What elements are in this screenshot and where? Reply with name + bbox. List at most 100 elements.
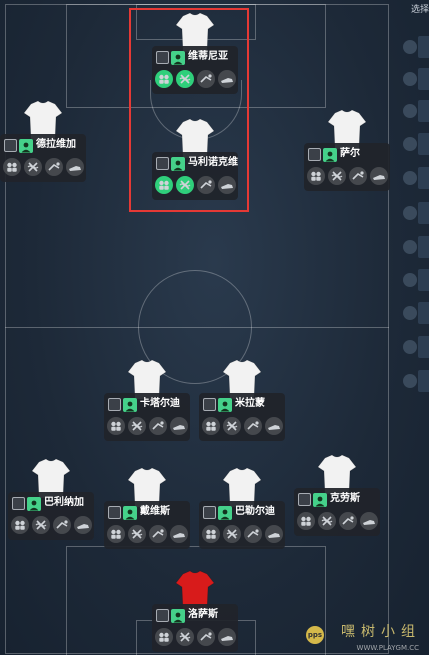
cross-arrows-icon (24, 158, 42, 176)
shield-icon (156, 609, 169, 622)
user-icon (313, 493, 327, 507)
check-icon[interactable] (403, 40, 417, 54)
player-slot-cm-right[interactable]: 米拉蒙 (199, 359, 285, 443)
sidebar-item[interactable] (418, 36, 429, 58)
cross-arrows-icon (176, 176, 194, 194)
sliding-tackle-icon (197, 70, 215, 88)
watermark-url: WWW.PLAYGM.CC (356, 644, 419, 652)
check-icon[interactable] (403, 340, 417, 354)
player-slot-top[interactable]: 维蒂尼亚 (152, 12, 238, 96)
sliding-tackle-icon (197, 628, 215, 646)
boot-icon (370, 167, 388, 185)
user-icon (171, 51, 185, 65)
cross-arrows-icon (176, 70, 194, 88)
check-icon[interactable] (403, 240, 417, 254)
player-card[interactable]: 马利诺克维 (152, 152, 238, 200)
sliding-tackle-icon (339, 512, 357, 530)
sidebar-item[interactable] (418, 370, 429, 392)
skill-icon-row (11, 516, 92, 534)
cross-arrows-icon (128, 525, 146, 543)
check-icon[interactable] (403, 306, 417, 320)
team-icon (107, 525, 125, 543)
player-card[interactable]: 巴利纳加 (8, 492, 94, 540)
sidebar-item[interactable] (418, 269, 429, 291)
player-name: 巴利纳加 (44, 497, 84, 508)
team-icon (202, 417, 220, 435)
player-slot-cb-right[interactable]: 巴勒尔迪 (199, 467, 285, 551)
player-slot-cb-left[interactable]: 戴维斯 (104, 467, 190, 551)
player-slot-mid[interactable]: 马利诺克维 (152, 118, 238, 202)
sidebar-item[interactable] (418, 236, 429, 258)
sidebar-item[interactable] (418, 302, 429, 324)
player-name: 马利诺克维 (188, 157, 238, 168)
player-card[interactable]: 德拉维加 (0, 134, 86, 182)
team-icon (3, 158, 21, 176)
skill-icon-row (297, 512, 378, 530)
player-slot-right-wing[interactable]: 萨尔 (304, 109, 390, 193)
cross-arrows-icon (223, 417, 241, 435)
player-name: 戴维斯 (140, 506, 170, 517)
check-icon[interactable] (403, 72, 417, 86)
watermark-logo: pps (306, 626, 324, 644)
sidebar-item[interactable] (418, 133, 429, 155)
player-slot-goalkeeper[interactable]: 洛萨斯 (152, 570, 238, 654)
shield-icon (308, 148, 321, 161)
player-slot-cm-left[interactable]: 卡塔尔迪 (104, 359, 190, 443)
boot-icon (218, 628, 236, 646)
player-card[interactable]: 萨尔 (304, 143, 390, 191)
team-icon (297, 512, 315, 530)
player-name: 巴勒尔迪 (235, 506, 275, 517)
sidebar-item[interactable] (418, 100, 429, 122)
shield-icon (156, 157, 169, 170)
player-slot-left-wing[interactable]: 德拉维加 (0, 100, 86, 184)
shield-icon (203, 398, 216, 411)
player-name: 维蒂尼亚 (188, 51, 228, 62)
skill-icon-row (107, 525, 188, 543)
shield-icon (108, 506, 121, 519)
sidebar-item[interactable] (418, 202, 429, 224)
player-card[interactable]: 维蒂尼亚 (152, 46, 238, 94)
sliding-tackle-icon (197, 176, 215, 194)
boot-icon (360, 512, 378, 530)
check-icon[interactable] (403, 137, 417, 151)
sliding-tackle-icon (53, 516, 71, 534)
team-icon (155, 176, 173, 194)
player-slot-right-back[interactable]: 克劳斯 (294, 454, 380, 538)
player-card[interactable]: 巴勒尔迪 (199, 501, 285, 549)
sliding-tackle-icon (149, 417, 167, 435)
player-card[interactable]: 米拉蒙 (199, 393, 285, 441)
user-icon (171, 157, 185, 171)
team-icon (202, 525, 220, 543)
skill-icon-row (155, 628, 236, 646)
sliding-tackle-icon (244, 417, 262, 435)
shield-icon (156, 51, 169, 64)
player-name: 萨尔 (340, 148, 360, 159)
cross-arrows-icon (128, 417, 146, 435)
user-icon (123, 398, 137, 412)
team-icon (107, 417, 125, 435)
check-icon[interactable] (403, 206, 417, 220)
skill-icon-row (155, 70, 236, 88)
shield-icon (203, 506, 216, 519)
player-card[interactable]: 戴维斯 (104, 501, 190, 549)
player-name: 洛萨斯 (188, 609, 218, 620)
player-slot-left-back[interactable]: 巴利纳加 (8, 458, 94, 542)
sliding-tackle-icon (244, 525, 262, 543)
skill-icon-row (202, 417, 283, 435)
cross-arrows-icon (32, 516, 50, 534)
check-icon[interactable] (403, 374, 417, 388)
check-icon[interactable] (403, 171, 417, 185)
check-icon[interactable] (403, 273, 417, 287)
player-card[interactable]: 洛萨斯 (152, 604, 238, 652)
player-card[interactable]: 卡塔尔迪 (104, 393, 190, 441)
user-icon (218, 506, 232, 520)
user-icon (323, 148, 337, 162)
boot-icon (170, 525, 188, 543)
sidebar-item[interactable] (418, 167, 429, 189)
sidebar-item[interactable] (418, 68, 429, 90)
sidebar-item[interactable] (418, 336, 429, 358)
shield-icon (298, 493, 311, 506)
player-card[interactable]: 克劳斯 (294, 488, 380, 536)
boot-icon (218, 70, 236, 88)
check-icon[interactable] (403, 104, 417, 118)
